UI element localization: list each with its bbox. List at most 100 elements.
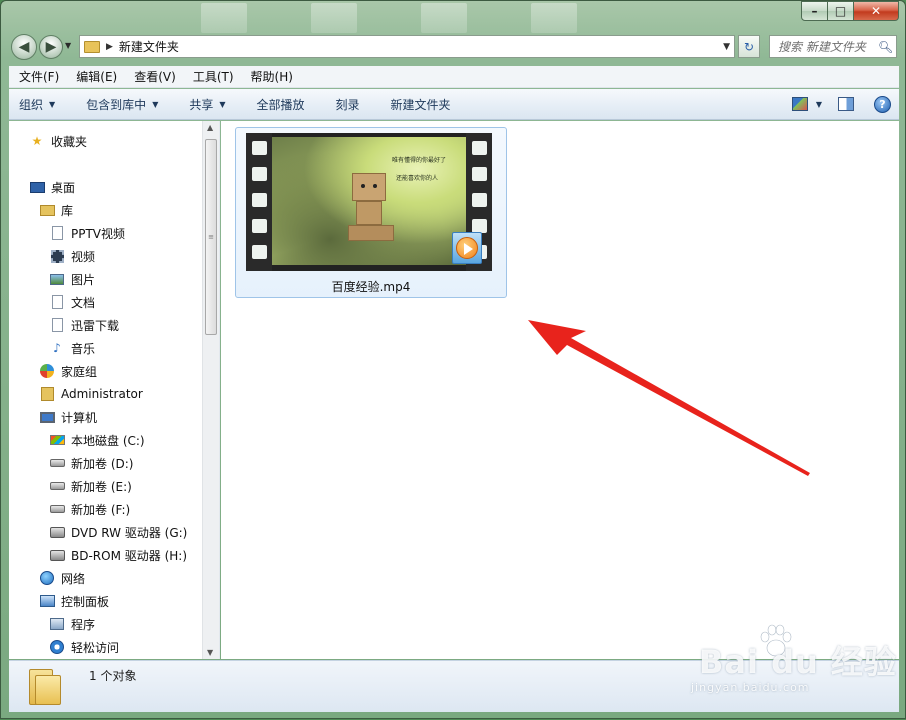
- thumbnail-photo: 唯有懂得的你最好了 还能喜欢你的人: [272, 137, 466, 265]
- nav-item-ease-of-access[interactable]: 轻松访问: [49, 637, 119, 657]
- nav-item-thunder-downloads[interactable]: 迅雷下载: [49, 315, 119, 335]
- new-folder-button[interactable]: 新建文件夹: [381, 96, 458, 113]
- play-all-button[interactable]: 全部播放: [247, 96, 312, 113]
- file-item[interactable]: 唯有懂得的你最好了 还能喜欢你的人 百度经验.mp4: [235, 127, 507, 298]
- search-box[interactable]: 🔍︎: [769, 35, 897, 58]
- thumbnail-caption: 唯有懂得的你最好了: [392, 157, 447, 164]
- nav-item-label: DVD RW 驱动器 (G:): [71, 525, 188, 540]
- nav-item-drive-h[interactable]: BD-ROM 驱动器 (H:): [49, 545, 187, 565]
- address-bar[interactable]: ▶ 新建文件夹 ▼: [79, 35, 735, 58]
- nav-item-pictures[interactable]: 图片: [49, 269, 95, 289]
- hard-drive-icon: [49, 479, 65, 493]
- file-name: 百度经验.mp4: [331, 280, 411, 294]
- nav-item-programs[interactable]: 程序: [49, 614, 95, 634]
- preview-pane-icon[interactable]: [838, 97, 854, 111]
- nav-item-homegroup[interactable]: 家庭组: [39, 361, 97, 381]
- nav-item-label: 新加卷 (D:): [71, 456, 134, 471]
- nav-item-pptv[interactable]: PPTV视频: [49, 223, 125, 243]
- share-button[interactable]: 共享 ▼: [179, 96, 232, 113]
- refresh-button[interactable]: ↻: [738, 35, 760, 58]
- help-icon[interactable]: ?: [874, 95, 891, 113]
- menu-tools[interactable]: 工具(T): [183, 68, 241, 85]
- command-bar-right: ▼ ?: [791, 95, 899, 113]
- film-icon: [49, 249, 65, 263]
- menu-edit[interactable]: 编辑(E): [66, 68, 124, 85]
- media-player-play-icon: [452, 232, 482, 264]
- picture-icon: [49, 272, 65, 286]
- nav-item-drive-g[interactable]: DVD RW 驱动器 (G:): [49, 522, 187, 542]
- nav-item-libraries[interactable]: 库: [39, 200, 73, 220]
- film-strip-left: [246, 133, 272, 271]
- ease-of-access-icon: [49, 640, 65, 654]
- nav-scrollbar[interactable]: ▲ ≡ ▼: [202, 121, 219, 659]
- menu-bar: 文件(F) 编辑(E) 查看(V) 工具(T) 帮助(H): [9, 66, 899, 88]
- change-view-icon[interactable]: [791, 97, 808, 111]
- file-list[interactable]: 唯有懂得的你最好了 还能喜欢你的人 百度经验.mp4: [221, 121, 899, 659]
- maximize-button[interactable]: □: [828, 1, 854, 21]
- nav-item-drive-d[interactable]: 新加卷 (D:): [49, 453, 133, 473]
- nav-item-label: 轻松访问: [71, 640, 120, 655]
- nav-item-computer[interactable]: 计算机: [39, 407, 97, 427]
- nav-item-label: PPTV视频: [71, 226, 126, 241]
- breadcrumb-current[interactable]: 新建文件夹: [119, 38, 179, 55]
- address-history-dropdown-icon[interactable]: ▼: [723, 42, 730, 52]
- scroll-down-icon[interactable]: ▼: [207, 648, 213, 657]
- menu-help[interactable]: 帮助(H): [241, 68, 300, 85]
- address-row: ◀ ▶ ▼ ▶ 新建文件夹 ▼ ↻ 🔍︎: [1, 31, 905, 61]
- include-in-library-button[interactable]: 包含到库中 ▼: [76, 96, 165, 113]
- scroll-up-icon[interactable]: ▲: [207, 123, 213, 132]
- nav-item-network[interactable]: 网络: [39, 568, 85, 588]
- system-drive-icon: [49, 433, 65, 447]
- library-icon: [39, 203, 55, 217]
- homegroup-icon: [39, 364, 55, 378]
- document-icon: [49, 226, 65, 240]
- close-button[interactable]: ✕: [854, 1, 899, 21]
- nav-item-label: 音乐: [71, 341, 96, 356]
- view-options-chevron-icon[interactable]: ▼: [816, 100, 822, 109]
- nav-item-label: 图片: [71, 272, 96, 287]
- title-bar[interactable]: – □ ✕: [1, 1, 905, 33]
- forward-button[interactable]: ▶: [39, 35, 63, 59]
- nav-item-label: 收藏夹: [51, 134, 88, 149]
- burn-button[interactable]: 刻录: [326, 96, 367, 113]
- nav-item-drive-c[interactable]: 本地磁盘 (C:): [49, 430, 145, 450]
- status-bar: 1 个对象: [9, 660, 899, 712]
- nav-item-drive-e[interactable]: 新加卷 (E:): [49, 476, 132, 496]
- nav-item-label: BD-ROM 驱动器 (H:): [71, 548, 187, 563]
- menu-view[interactable]: 查看(V): [124, 68, 183, 85]
- document-icon: [49, 295, 65, 309]
- nav-item-music[interactable]: ♪ 音乐: [49, 338, 95, 358]
- nav-item-label: 文档: [71, 295, 96, 310]
- navigation-pane: ★ 收藏夹 桌面 库 PPTV视频 视频 图片 文档 迅雷下载 ♪ 音乐 家庭组…: [9, 121, 220, 659]
- nav-item-label: 控制面板: [61, 594, 110, 609]
- minimize-button[interactable]: –: [801, 1, 828, 21]
- nav-item-favorites[interactable]: ★ 收藏夹: [29, 131, 87, 151]
- nav-item-drive-f[interactable]: 新加卷 (F:): [49, 499, 130, 519]
- desktop-icon: [29, 180, 45, 194]
- programs-icon: [49, 617, 65, 631]
- user-folder-icon: [39, 387, 55, 401]
- window-controls: – □ ✕: [801, 1, 899, 21]
- recent-pages-button[interactable]: ▼: [65, 41, 71, 50]
- organize-button[interactable]: 组织 ▼: [9, 96, 62, 113]
- nav-item-control-panel[interactable]: 控制面板: [39, 591, 109, 611]
- network-globe-icon: [39, 571, 55, 585]
- search-icon[interactable]: 🔍︎: [878, 40, 893, 54]
- back-button[interactable]: ◀: [11, 34, 37, 60]
- breadcrumb-chevron-icon[interactable]: ▶: [106, 42, 113, 52]
- nav-item-documents[interactable]: 文档: [49, 292, 95, 312]
- nav-item-administrator[interactable]: Administrator: [39, 384, 143, 404]
- item-count: 1 个对象: [89, 669, 137, 683]
- menu-file[interactable]: 文件(F): [9, 68, 66, 85]
- nav-item-label: 新加卷 (F:): [71, 502, 131, 517]
- search-input[interactable]: [778, 39, 878, 54]
- nav-item-label: 网络: [61, 571, 86, 586]
- nav-item-desktop[interactable]: 桌面: [29, 177, 75, 197]
- nav-item-videos[interactable]: 视频: [49, 246, 95, 266]
- scrollbar-thumb[interactable]: ≡: [205, 139, 217, 335]
- nav-item-label: 家庭组: [61, 364, 98, 379]
- nav-item-label: 新加卷 (E:): [71, 479, 132, 494]
- nav-item-label: 本地磁盘 (C:): [71, 433, 145, 448]
- optical-drive-icon: [49, 548, 65, 562]
- nav-item-label: 计算机: [61, 410, 98, 425]
